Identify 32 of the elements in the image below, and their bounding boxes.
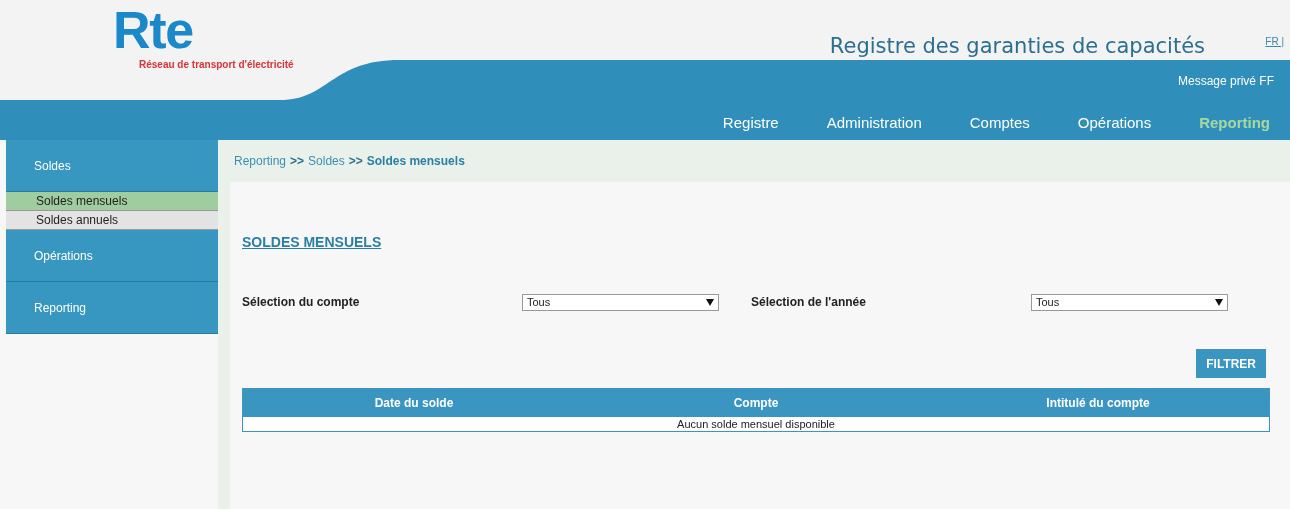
private-message-link[interactable]: Message privé FF	[1177, 72, 1274, 90]
sidebar-section[interactable]: Reporting	[6, 282, 218, 334]
dropdown-arrow-icon	[1215, 298, 1223, 306]
breadcrumb-current: Soldes mensuels	[366, 153, 465, 170]
breadcrumb-separator: >>	[348, 153, 363, 170]
page-title: SOLDES MENSUELS	[242, 233, 382, 252]
breadcrumb-link[interactable]: Reporting	[234, 152, 287, 170]
breadcrumb-link[interactable]: Soldes	[308, 152, 345, 170]
sidebar-section[interactable]: Opérations	[6, 230, 218, 282]
logo: Rte	[113, 2, 193, 58]
filter-label: Sélection du compte	[242, 294, 361, 311]
column-header: Date du solde	[373, 395, 455, 412]
language-switch[interactable]: FR |	[1265, 34, 1284, 49]
dropdown-arrow-icon	[706, 298, 714, 306]
nav-tab[interactable]: Reporting	[1199, 112, 1270, 135]
nav-tab[interactable]: Opérations	[1077, 112, 1152, 135]
sidebar-item[interactable]: Soldes annuels	[6, 211, 218, 230]
filter-button[interactable]: FILTRER	[1196, 349, 1266, 378]
empty-message: Aucun solde mensuel disponible	[677, 416, 835, 432]
site-title: Registre des garanties de capacités	[829, 33, 1205, 60]
breadcrumb-separator: >>	[290, 153, 305, 170]
column-header: Compte	[732, 395, 780, 412]
logo-tagline: Réseau de transport d'électricité	[139, 58, 294, 72]
sidebar-item[interactable]: Soldes mensuels	[6, 192, 218, 211]
nav-tab[interactable]: Administration	[826, 112, 922, 135]
nav-tab[interactable]: Comptes	[969, 112, 1030, 135]
nav-tab[interactable]: Registre	[722, 112, 779, 135]
sidebar-section[interactable]: Soldes	[6, 140, 218, 192]
select-field[interactable]: Tous	[1031, 293, 1228, 311]
select-field[interactable]: Tous	[522, 293, 719, 311]
filter-label: Sélection de l'année	[751, 294, 867, 311]
column-header: Intitulé du compte	[1045, 395, 1151, 412]
